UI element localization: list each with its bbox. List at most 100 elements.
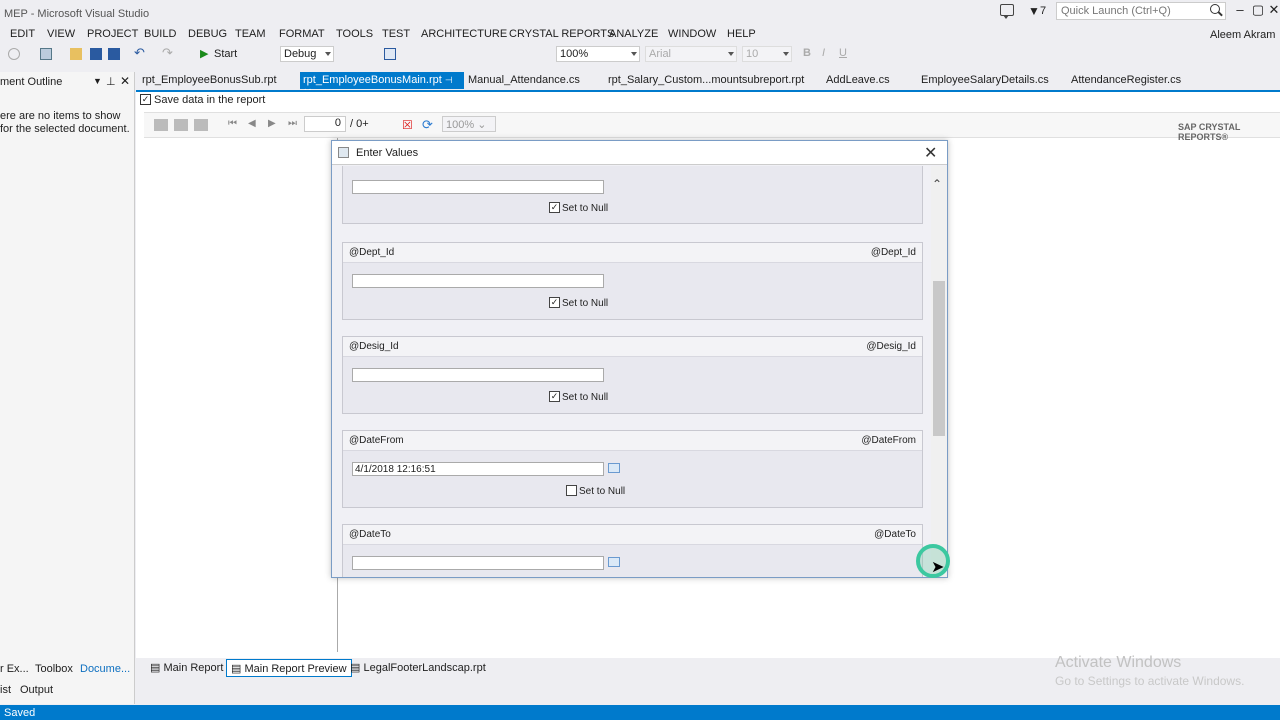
param-value-input[interactable] <box>352 274 604 288</box>
scroll-up-icon[interactable]: ⌃ <box>932 177 942 191</box>
print-icon[interactable] <box>174 119 188 131</box>
font-size-value: 10 <box>746 48 759 60</box>
page-number-input[interactable]: 0 <box>304 116 346 132</box>
menu-tools[interactable]: TOOLS <box>336 28 373 40</box>
title-bar: MEP - Microsoft Visual Studio ▼ 7 Quick … <box>0 0 1280 26</box>
menu-format[interactable]: FORMAT <box>279 28 325 40</box>
redo-icon[interactable]: ↷ <box>162 45 174 60</box>
set-null-label: Set to Null <box>562 203 609 214</box>
filter-count: 7 <box>1040 5 1047 17</box>
user-name[interactable]: Aleem Akram <box>1210 29 1275 41</box>
menu-test[interactable]: TEST <box>382 28 410 40</box>
font-dropdown[interactable]: Arial <box>645 46 737 62</box>
tab-main-report[interactable]: ▤ Main Report <box>146 659 227 677</box>
start-play-icon[interactable]: ▶ <box>200 47 212 60</box>
new-project-icon[interactable] <box>40 48 52 60</box>
forward-nav-icon[interactable] <box>8 48 20 60</box>
undo-icon[interactable]: ↶ <box>134 45 146 60</box>
doc-tab[interactable]: rpt_EmployeeBonusSub.rpt <box>142 72 277 89</box>
menu-build[interactable]: BUILD <box>144 28 176 40</box>
set-null-checkbox[interactable]: ✓ <box>549 202 560 213</box>
scrollbar-thumb[interactable] <box>933 281 945 436</box>
zoom-value: 100% <box>560 48 589 60</box>
next-page-icon[interactable]: ▶ <box>268 118 276 129</box>
doc-tab-active[interactable]: rpt_EmployeeBonusMain.rpt ⊣ ✕ <box>300 72 464 99</box>
param-name-right: @DateFrom <box>861 435 916 446</box>
close-button[interactable]: ✕ <box>1264 2 1280 22</box>
menu-team[interactable]: TEAM <box>235 28 266 40</box>
notification-icon[interactable] <box>1000 4 1014 19</box>
bold-button[interactable]: B <box>803 47 811 59</box>
left-panel-tabs: r Ex... Toolbox Docume... ist Output <box>0 660 135 704</box>
doc-tab[interactable]: AddLeave.cs <box>826 72 890 89</box>
font-size-dropdown[interactable]: 10 <box>742 46 792 62</box>
save-all-icon[interactable] <box>108 48 120 60</box>
minimize-button[interactable]: – <box>1230 2 1250 22</box>
stop-icon[interactable]: ☒ <box>402 118 413 132</box>
open-folder-icon[interactable] <box>70 48 82 60</box>
report-zoom-dropdown[interactable]: 100% ⌄ <box>442 116 496 132</box>
menu-project[interactable]: PROJECT <box>87 28 138 40</box>
pin-icon[interactable]: ⊥ <box>106 75 116 88</box>
calendar-icon[interactable] <box>608 557 620 567</box>
set-null-checkbox[interactable]: ✓ <box>549 297 560 308</box>
toggle-tree-icon[interactable] <box>194 119 208 131</box>
dropdown-icon[interactable]: ▼ <box>93 76 102 86</box>
menu-view[interactable]: VIEW <box>47 28 75 40</box>
refresh-icon[interactable]: ⟳ <box>422 117 433 133</box>
main-toolbar: ↶ ↷ ▶ Start Debug 100% Arial 10 B I U <box>0 44 1280 66</box>
prev-page-icon[interactable]: ◀ <box>248 118 256 129</box>
tab-toolbox[interactable]: Toolbox <box>35 663 73 675</box>
tab-output[interactable]: Output <box>20 684 53 696</box>
calendar-icon[interactable] <box>608 463 620 473</box>
menu-help[interactable]: HELP <box>727 28 756 40</box>
doc-tab[interactable]: Manual_Attendance.cs <box>468 72 580 89</box>
close-icon[interactable]: ✕ <box>120 74 130 88</box>
search-icon[interactable] <box>1210 4 1220 14</box>
pin-icon[interactable]: ⊣ <box>445 75 453 85</box>
tab-server-explorer[interactable]: r Ex... <box>0 663 29 675</box>
dialog-titlebar: Enter Values ✕ <box>332 141 947 165</box>
menu-window[interactable]: WINDOW <box>668 28 716 40</box>
italic-button[interactable]: I <box>822 47 825 59</box>
menu-analyze[interactable]: ANALYZE <box>609 28 658 40</box>
menu-crystal-reports[interactable]: CRYSTAL REPORTS <box>509 28 614 40</box>
underline-button[interactable]: U <box>839 47 847 59</box>
parameter-panel: @DateTo @DateTo <box>342 524 923 577</box>
doc-tab[interactable]: EmployeeSalaryDetails.cs <box>921 72 1049 89</box>
layout-icon[interactable] <box>384 48 396 60</box>
status-bar: Saved <box>0 705 1280 720</box>
doc-tab[interactable]: rpt_Salary_Custom...mountsubreport.rpt <box>608 72 804 89</box>
first-page-icon[interactable]: ⏮ <box>228 118 237 129</box>
tab-label: Main Report <box>163 662 224 674</box>
zoom-dropdown[interactable]: 100% <box>556 46 640 62</box>
start-button[interactable]: Start <box>214 48 237 60</box>
date-value-input[interactable]: 4/1/2018 12:16:51 <box>352 462 604 476</box>
brand-label: SAP CRYSTAL REPORTS® <box>1178 122 1241 142</box>
set-null-checkbox[interactable]: ✓ <box>549 391 560 402</box>
param-value-input[interactable] <box>352 368 604 382</box>
tab-main-report-preview[interactable]: ▤ Main Report Preview <box>226 659 352 677</box>
menu-debug[interactable]: DEBUG <box>188 28 227 40</box>
dialog-close-button[interactable]: ✕ <box>924 143 937 163</box>
param-value-input[interactable] <box>352 180 604 194</box>
menu-architecture[interactable]: ARCHITECTURE <box>421 28 507 40</box>
param-name: @DateTo <box>349 529 391 540</box>
last-page-icon[interactable]: ⏭ <box>288 118 297 129</box>
tab-document-outline[interactable]: Docume... <box>80 663 130 675</box>
doc-tab[interactable]: AttendanceRegister.cs <box>1071 72 1181 89</box>
set-null-checkbox[interactable] <box>566 485 577 496</box>
parameter-panel: @DateFrom @DateFrom 4/1/2018 12:16:51 Se… <box>342 430 923 508</box>
tab-error-list[interactable]: ist <box>0 684 11 696</box>
filter-icon[interactable]: ▼ <box>1028 4 1040 18</box>
config-dropdown[interactable]: Debug <box>280 46 334 62</box>
export-icon[interactable] <box>154 119 168 131</box>
set-null-label: Set to Null <box>562 392 609 403</box>
param-header: @DateTo @DateTo <box>343 525 922 545</box>
save-data-checkbox[interactable]: ✓ <box>140 94 151 105</box>
save-icon[interactable] <box>90 48 102 60</box>
date-value-input[interactable] <box>352 556 604 570</box>
tab-legal-footer[interactable]: ▤ LegalFooterLandscap.rpt <box>346 659 490 677</box>
menu-edit[interactable]: EDIT <box>10 28 35 40</box>
quick-launch-input[interactable]: Quick Launch (Ctrl+Q) <box>1056 2 1226 20</box>
